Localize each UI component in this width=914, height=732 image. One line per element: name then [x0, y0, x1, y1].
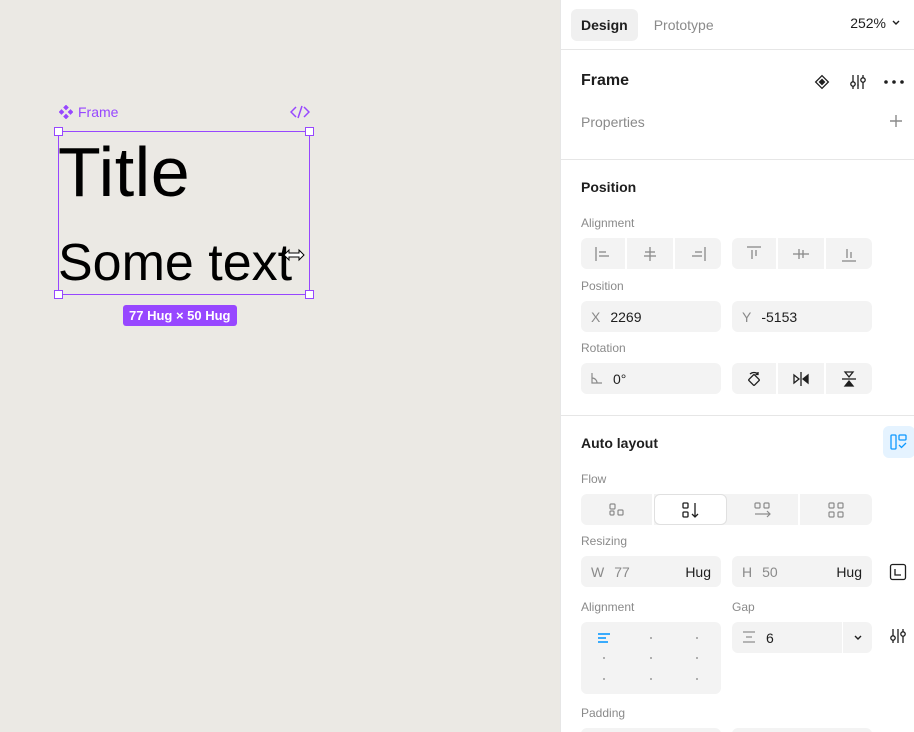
rotation-input[interactable]: 0° [581, 363, 721, 394]
rotate-90-icon[interactable] [732, 363, 778, 394]
flip-horizontal-icon[interactable] [778, 363, 826, 394]
align-dot[interactable] [696, 637, 698, 639]
x-value: 2269 [610, 308, 642, 325]
chevron-down-icon [892, 20, 900, 25]
chevron-down-icon [854, 635, 861, 640]
create-component-icon[interactable] [810, 70, 834, 94]
canvas[interactable]: Frame Title Some text 77 Hug × 50 Hug [0, 0, 560, 732]
frame-label[interactable]: Frame [59, 104, 118, 120]
tab-prototype[interactable]: Prototype [644, 9, 724, 41]
padding-vertical-input[interactable] [732, 728, 872, 732]
angle-icon [591, 371, 603, 387]
zoom-value: 252% [850, 15, 886, 31]
auto-layout-heading: Auto layout [581, 435, 658, 451]
frame-section: Frame Properties [561, 50, 914, 160]
gap-value: 6 [766, 629, 774, 646]
align-dot[interactable] [650, 657, 652, 659]
align-dot[interactable] [696, 657, 698, 659]
flow-group [581, 494, 872, 525]
w-value: 77 [614, 563, 630, 580]
rotation-label: Rotation [581, 341, 626, 355]
h-value: 50 [762, 563, 778, 580]
properties-label: Properties [581, 114, 645, 130]
horizontal-align-group [581, 238, 721, 269]
align-right-icon[interactable] [675, 238, 721, 269]
more-options-icon[interactable] [882, 70, 906, 94]
rotation-value: 0° [613, 370, 627, 387]
component-icon [59, 105, 73, 119]
resizing-label: Resizing [581, 534, 628, 548]
y-prefix: Y [742, 308, 752, 325]
flip-vertical-icon[interactable] [826, 363, 872, 394]
add-property-icon[interactable] [888, 113, 904, 134]
position-label: Position [581, 279, 624, 293]
resize-handle-bottom-right[interactable] [305, 290, 314, 299]
transform-group [732, 363, 872, 394]
height-input[interactable]: H 50 Hug [732, 556, 872, 587]
flow-horizontal-icon[interactable] [727, 494, 800, 525]
flow-grid-icon[interactable] [800, 494, 872, 525]
h-mode[interactable]: Hug [836, 564, 862, 580]
resize-handle-top-left[interactable] [54, 127, 63, 136]
vertical-align-group [732, 238, 872, 269]
align-dot[interactable] [650, 678, 652, 680]
width-input[interactable]: W 77 Hug [581, 556, 721, 587]
gap-input[interactable]: 6 [732, 622, 842, 653]
resize-handle-bottom-left[interactable] [54, 290, 63, 299]
align-dot[interactable] [696, 678, 698, 680]
x-input[interactable]: X 2269 [581, 301, 721, 332]
flow-vertical-icon[interactable] [654, 494, 727, 525]
tab-design[interactable]: Design [571, 8, 638, 41]
selection-box[interactable] [54, 127, 314, 299]
padding-label: Padding [581, 706, 626, 720]
align-middle-icon[interactable] [778, 238, 826, 269]
panel-topbar: Design Prototype 252% [561, 0, 914, 50]
w-prefix: W [591, 563, 605, 580]
h-prefix: H [742, 563, 753, 580]
adjust-icon[interactable] [846, 70, 870, 94]
position-section: Position Alignment Position X 2269 Y -51… [561, 160, 914, 416]
align-dot[interactable] [650, 637, 652, 639]
padding-horizontal-input[interactable] [581, 728, 721, 732]
alignment-label: Alignment [581, 216, 635, 230]
resize-handle-top-right[interactable] [305, 127, 314, 136]
w-mode[interactable]: Hug [685, 564, 711, 580]
y-input[interactable]: Y -5153 [732, 301, 872, 332]
x-prefix: X [591, 308, 601, 325]
gap-icon [742, 630, 756, 646]
align-bottom-icon[interactable] [826, 238, 872, 269]
clip-content-icon[interactable] [889, 563, 907, 586]
flow-freeform-icon[interactable] [581, 494, 654, 525]
frame-label-text: Frame [78, 104, 119, 120]
flow-label: Flow [581, 472, 607, 486]
layout-alignment-label: Alignment [581, 600, 635, 614]
align-dot[interactable] [603, 657, 605, 659]
auto-layout-settings-icon[interactable] [883, 426, 914, 458]
gap-label: Gap [732, 600, 755, 614]
align-left-icon[interactable] [581, 238, 627, 269]
layer-name: Frame [581, 72, 630, 89]
code-icon[interactable] [289, 104, 311, 125]
align-center-horizontal-icon[interactable] [627, 238, 675, 269]
zoom-dropdown[interactable]: 252% [850, 15, 900, 31]
align-dot[interactable] [603, 678, 605, 680]
align-top-left-icon[interactable] [597, 632, 611, 644]
size-badge: 77 Hug × 50 Hug [123, 305, 237, 326]
layout-settings-icon[interactable] [889, 628, 907, 649]
gap-dropdown[interactable] [843, 622, 872, 653]
y-value: -5153 [761, 308, 798, 325]
properties-panel: Design Prototype 252% Frame Properties P… [560, 0, 914, 732]
position-heading: Position [581, 179, 637, 195]
resize-cursor-icon [283, 248, 305, 267]
auto-layout-section: Auto layout Flow Resizing W 77 Hug H 50 … [561, 416, 914, 732]
alignment-grid[interactable] [581, 622, 721, 694]
align-top-icon[interactable] [732, 238, 778, 269]
